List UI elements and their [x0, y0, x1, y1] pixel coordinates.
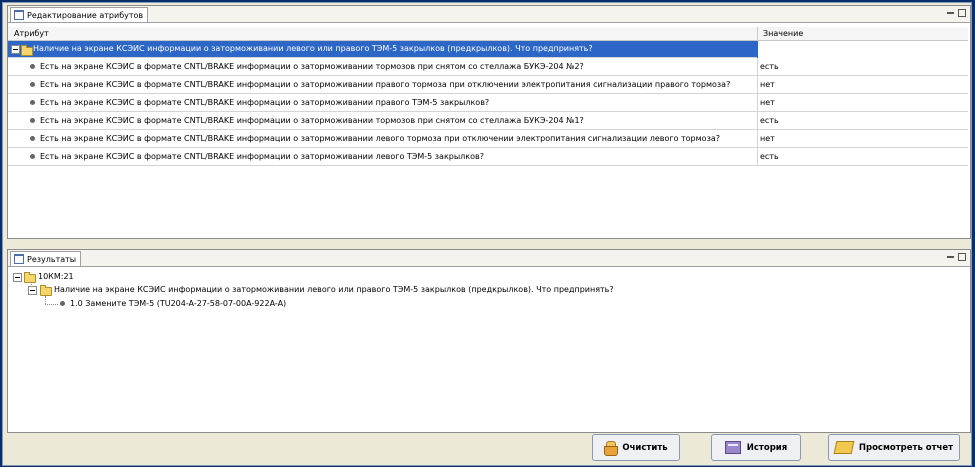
group-attribute-text: Наличие на экране КСЭИС информации о зат…	[33, 44, 593, 53]
table-row-group[interactable]: Наличие на экране КСЭИС информации о зат…	[8, 41, 968, 58]
tree-child-label[interactable]: Наличие на экране КСЭИС информации о зат…	[54, 285, 614, 294]
minimize-icon[interactable]	[947, 12, 954, 14]
history-button-label: История	[746, 442, 788, 453]
collapse-icon[interactable]	[28, 286, 37, 295]
row-attribute-text: Есть на экране КСЭИС в формате CNTL/BRAK…	[40, 116, 584, 125]
results-tabbar: Результаты	[8, 250, 970, 267]
maximize-icon[interactable]	[958, 9, 966, 17]
results-panel: Результаты 10КМ:21 Наличие на экране КСЭ…	[7, 249, 971, 433]
row-attribute-text: Есть на экране КСЭИС в формате CNTL/BRAK…	[40, 152, 484, 161]
collapse-icon[interactable]	[13, 273, 22, 282]
bullet-icon	[30, 154, 35, 159]
bullet-icon	[30, 82, 35, 87]
bullet-icon	[30, 136, 35, 141]
bullet-icon	[30, 118, 35, 123]
attributes-table-body: Наличие на экране КСЭИС информации о зат…	[8, 41, 968, 166]
attributes-panel: Редактирование атрибутов Атрибут Значени…	[7, 5, 971, 239]
row-attribute-text: Есть на экране КСЭИС в формате CNTL/BRAK…	[40, 62, 584, 71]
bullet-icon	[60, 301, 65, 306]
table-row[interactable]: Есть на экране КСЭИС в формате CNTL/BRAK…	[8, 58, 968, 76]
tree-connector	[45, 304, 58, 305]
folder-icon	[21, 45, 33, 56]
bucket-icon	[604, 440, 619, 456]
tree-connector	[45, 296, 46, 304]
tree-leaf-label[interactable]: 1.0 Замените ТЭМ-5 (TU204-A-27-58-07-00A…	[70, 299, 286, 308]
table-row[interactable]: Есть на экране КСЭИС в формате CNTL/BRAK…	[8, 112, 968, 130]
row-attribute-text: Есть на экране КСЭИС в формате CNTL/BRAK…	[40, 134, 720, 143]
clear-button[interactable]: Очистить	[592, 434, 680, 461]
row-value-cell[interactable]: есть	[757, 112, 968, 129]
row-value-text: есть	[760, 116, 779, 125]
tab-results[interactable]: Результаты	[10, 251, 82, 266]
attributes-panel-controls	[947, 9, 966, 17]
table-row[interactable]: Есть на экране КСЭИС в формате CNTL/BRAK…	[8, 94, 968, 112]
row-value-text: нет	[760, 134, 775, 143]
main-window: Редактирование атрибутов Атрибут Значени…	[2, 2, 972, 466]
column-divider[interactable]	[757, 27, 758, 40]
window-icon	[14, 10, 24, 20]
attributes-tabbar: Редактирование атрибутов	[8, 6, 970, 23]
attributes-table-header: Атрибут Значение	[8, 27, 968, 41]
row-value-text: нет	[760, 80, 775, 89]
view-report-button-label: Просмотреть отчет	[858, 442, 954, 453]
view-report-button[interactable]: Просмотреть отчет	[828, 434, 960, 461]
tab-results-label: Результаты	[27, 254, 77, 264]
tab-attributes-label: Редактирование атрибутов	[27, 10, 144, 20]
table-row[interactable]: Есть на экране КСЭИС в формате CNTL/BRAK…	[8, 76, 968, 94]
column-header-attribute[interactable]: Атрибут	[14, 29, 49, 38]
clear-button-label: Очистить	[622, 442, 668, 453]
row-value-cell[interactable]: есть	[757, 148, 968, 165]
table-row[interactable]: Есть на экране КСЭИС в формате CNTL/BRAK…	[8, 148, 968, 166]
row-value-cell[interactable]: есть	[757, 58, 968, 75]
row-value-text: есть	[760, 152, 779, 161]
row-value-cell[interactable]: нет	[757, 76, 968, 93]
window-icon	[14, 254, 24, 264]
row-value-cell[interactable]: нет	[757, 130, 968, 147]
tab-attributes[interactable]: Редактирование атрибутов	[10, 7, 149, 22]
row-attribute-text: Есть на экране КСЭИС в формате CNTL/BRAK…	[40, 80, 731, 89]
folder-icon	[24, 272, 36, 283]
collapse-icon[interactable]	[11, 45, 20, 54]
row-value-text: есть	[760, 62, 779, 71]
bullet-icon	[30, 64, 35, 69]
group-value-cell[interactable]	[757, 41, 968, 58]
minimize-icon[interactable]	[947, 256, 954, 258]
column-header-value[interactable]: Значение	[763, 29, 803, 38]
table-row[interactable]: Есть на экране КСЭИС в формате CNTL/BRAK…	[8, 130, 968, 148]
results-panel-controls	[947, 253, 966, 261]
tree-root-label[interactable]: 10КМ:21	[38, 272, 74, 281]
row-value-cell[interactable]: нет	[757, 94, 968, 111]
history-button[interactable]: История	[711, 434, 801, 461]
history-icon	[724, 441, 741, 454]
report-icon	[833, 441, 855, 454]
row-attribute-text: Есть на экране КСЭИС в формате CNTL/BRAK…	[40, 98, 490, 107]
folder-icon	[40, 285, 52, 296]
maximize-icon[interactable]	[958, 253, 966, 261]
bullet-icon	[30, 100, 35, 105]
row-value-text: нет	[760, 98, 775, 107]
